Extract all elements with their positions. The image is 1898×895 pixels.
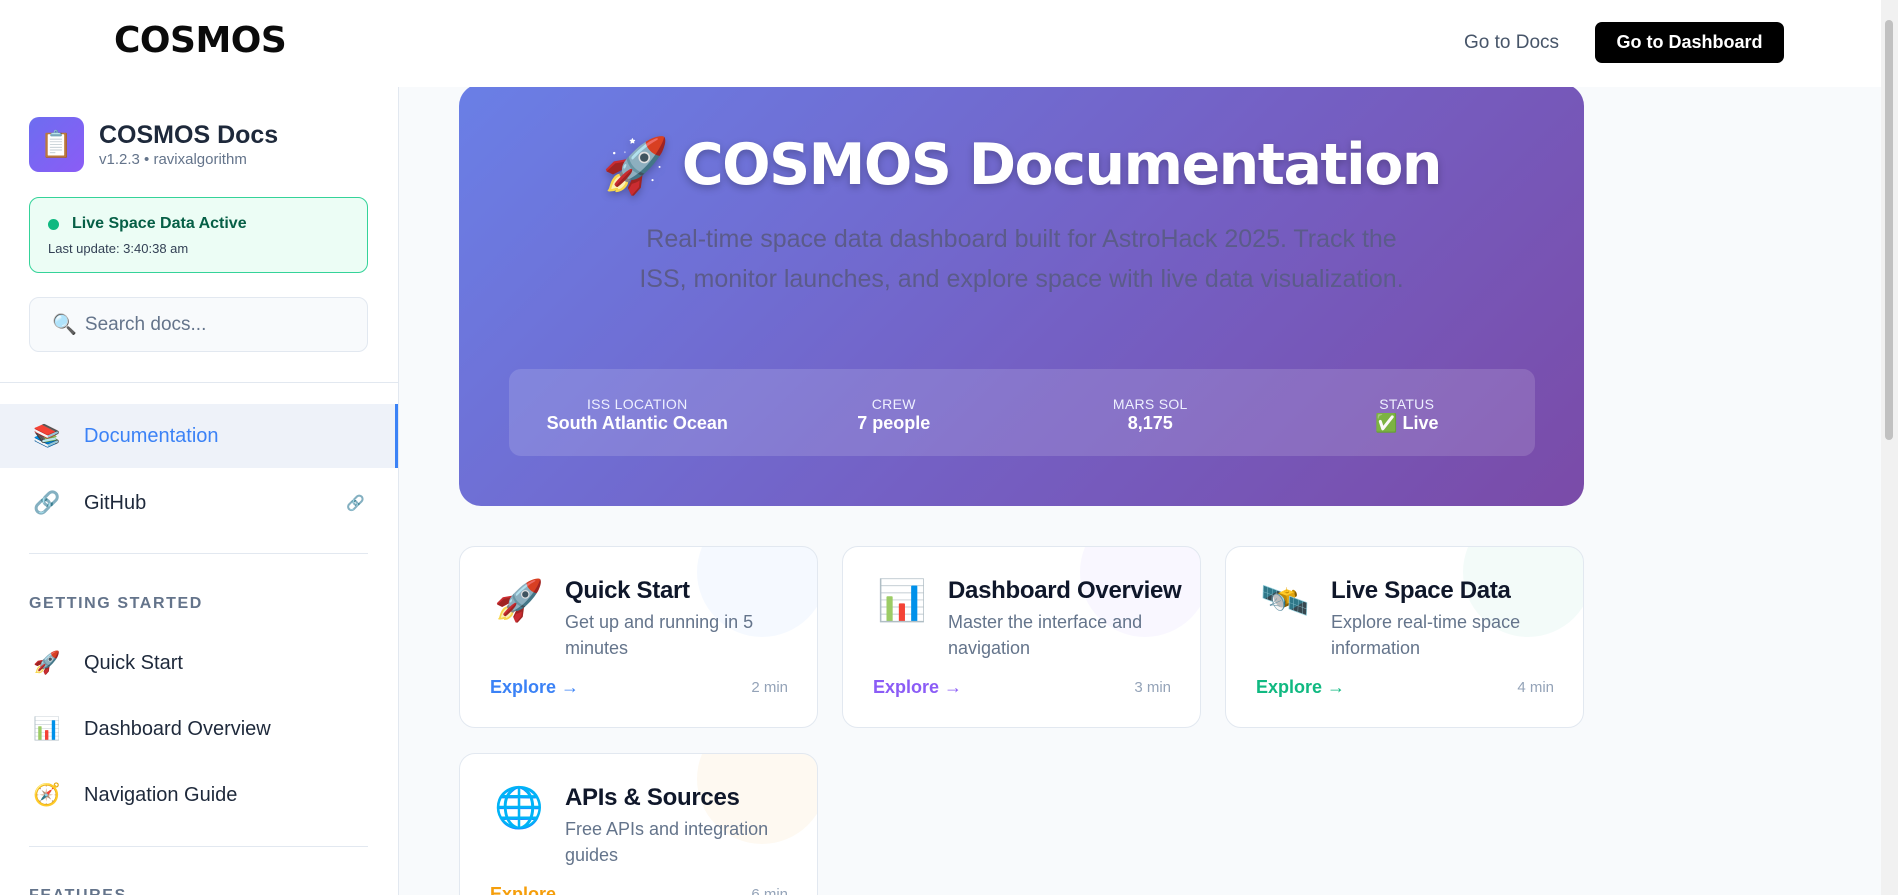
stat-mars-sol: Mars Sol 8,175: [1022, 369, 1279, 456]
stats-panel: ISS Location South Atlantic Ocean Crew 7…: [509, 369, 1535, 456]
read-time: 4 min: [1517, 679, 1554, 696]
rocket-icon: 🚀: [494, 579, 544, 623]
sidebar-item-label: Dashboard Overview: [84, 717, 271, 740]
globe-icon: 🌐: [494, 786, 544, 830]
divider: [0, 382, 398, 383]
docs-header: 📋 COSMOS Docs v1.2.3 • ravixalgorithm: [29, 117, 278, 172]
section-heading-features: FEATURES: [29, 887, 127, 895]
divider: [29, 553, 368, 554]
read-time: 6 min: [751, 886, 788, 895]
sidebar-item-quick-start[interactable]: 🚀 Quick Start: [0, 631, 398, 695]
stat-label: Crew: [871, 395, 916, 412]
stat-label: ISS Location: [586, 395, 688, 412]
page-scrollbar[interactable]: [1881, 0, 1898, 895]
card-title: APIs & Sources: [565, 784, 740, 811]
section-heading-getting-started: GETTING STARTED: [29, 595, 203, 612]
docs-version: v1.2.3 • ravixalgorithm: [99, 151, 247, 168]
top-navbar: COSMOS Go to Docs Go to Dashboard: [0, 0, 1898, 87]
sidebar-item-label: Quick Start: [84, 651, 183, 674]
search-box[interactable]: 🔍: [29, 297, 368, 352]
live-status-label: Live Space Data Active: [72, 215, 247, 232]
card-description: Get up and running in 5 minutes: [565, 612, 754, 658]
satellite-icon: 🛰️: [1260, 579, 1310, 623]
hero-title-text: COSMOS Documentation: [681, 132, 1443, 198]
docs-title: COSMOS Docs: [99, 121, 279, 149]
external-link-icon: 🔗: [346, 495, 365, 512]
sidebar: 📋 COSMOS Docs v1.2.3 • ravixalgorithm Li…: [0, 87, 399, 895]
stat-crew: Crew 7 people: [766, 369, 1023, 456]
stat-label: Status: [1379, 395, 1435, 412]
card-title: Dashboard Overview: [948, 577, 1182, 604]
compass-icon: 🧭: [33, 782, 61, 807]
read-time: 2 min: [751, 679, 788, 696]
go-to-docs-link[interactable]: Go to Docs: [1464, 32, 1559, 54]
link-icon: 🔗: [33, 490, 61, 515]
stat-value: 8,175: [1127, 412, 1173, 433]
stat-value: South Atlantic Ocean: [546, 412, 728, 433]
stat-value: 7 people: [857, 412, 931, 433]
search-input[interactable]: [84, 313, 355, 336]
hero-banner: 🚀 COSMOS Documentation Real-time space da…: [459, 84, 1584, 506]
go-to-dashboard-button[interactable]: Go to Dashboard: [1595, 22, 1784, 63]
card-title: Live Space Data: [1331, 577, 1511, 604]
card-description: Free APIs and integration guides: [565, 819, 769, 865]
scrollbar-thumb[interactable]: [1885, 20, 1893, 440]
divider: [29, 846, 368, 847]
sidebar-item-dashboard-overview[interactable]: 📊 Dashboard Overview: [0, 697, 398, 761]
explore-link[interactable]: Explore →: [490, 677, 579, 698]
sidebar-item-label: Documentation: [84, 424, 219, 447]
card-description: Master the interface and navigation: [948, 612, 1143, 658]
search-icon: 🔍: [52, 314, 77, 336]
explore-link[interactable]: Explore →: [490, 884, 579, 895]
card-live-space-data[interactable]: 🛰️ Live Space Data Explore real-time spa…: [1225, 546, 1584, 728]
sidebar-item-github[interactable]: 🔗 GitHub 🔗: [0, 471, 398, 535]
live-status-box: Live Space Data Active Last update: 3:40…: [29, 197, 368, 273]
last-update-text: Last update: 3:40:38 am: [48, 241, 189, 256]
card-quick-start[interactable]: 🚀 Quick Start Get up and running in 5 mi…: [459, 546, 818, 728]
hero-description: Real-time space data dashboard built for…: [639, 225, 1404, 293]
sidebar-item-navigation-guide[interactable]: 🧭 Navigation Guide: [0, 763, 398, 827]
stat-status: Status ✅ Live: [1279, 369, 1536, 456]
read-time: 3 min: [1134, 679, 1171, 696]
bar-chart-icon: 📊: [877, 579, 927, 623]
explore-link[interactable]: Explore →: [873, 677, 962, 698]
card-dashboard-overview[interactable]: 📊 Dashboard Overview Master the interfac…: [842, 546, 1201, 728]
explore-link[interactable]: Explore →: [1256, 677, 1345, 698]
card-title: Quick Start: [565, 577, 690, 604]
rocket-icon: 🚀: [33, 650, 61, 675]
hero-title: 🚀 COSMOS Documentation: [459, 132, 1584, 198]
stat-label: Mars Sol: [1112, 395, 1188, 412]
books-icon: 📚: [33, 423, 61, 448]
brand-logo[interactable]: COSMOS: [114, 20, 287, 61]
sidebar-item-label: GitHub: [84, 491, 147, 514]
sidebar-item-label: Navigation Guide: [84, 783, 238, 806]
card-description: Explore real-time space information: [1331, 612, 1521, 658]
stat-iss-location: ISS Location South Atlantic Ocean: [509, 369, 766, 456]
clipboard-icon: 📋: [29, 117, 84, 172]
card-apis-sources[interactable]: 🌐 APIs & Sources Free APIs and integrati…: [459, 753, 818, 895]
stat-value: ✅ Live: [1375, 412, 1439, 433]
bar-chart-icon: 📊: [33, 716, 61, 741]
rocket-icon: 🚀: [602, 134, 669, 197]
live-dot-icon: [48, 218, 59, 230]
sidebar-item-documentation[interactable]: 📚 Documentation: [0, 404, 398, 468]
